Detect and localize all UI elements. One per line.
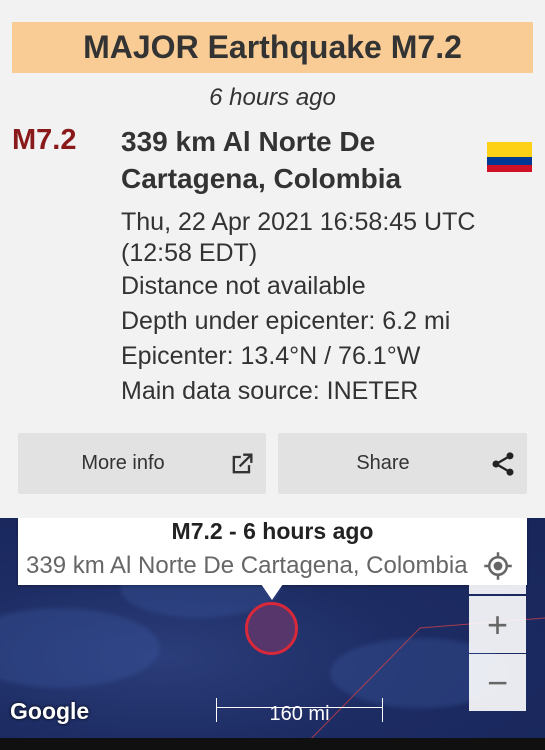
earthquake-marker[interactable] xyxy=(245,602,298,655)
zoom-in-button[interactable]: + xyxy=(469,596,526,653)
magnitude-label: M7.2 xyxy=(12,124,77,156)
more-info-label: More info xyxy=(81,452,165,474)
bottom-strip xyxy=(0,738,545,750)
event-epicenter: Epicenter: 13.4°N / 76.1°W xyxy=(121,342,421,370)
share-button[interactable]: Share xyxy=(278,433,527,494)
alert-banner: MAJOR Earthquake M7.2 xyxy=(12,22,533,73)
zoom-out-button[interactable]: − xyxy=(469,654,526,711)
location-title: 339 km Al Norte De Cartagena, Colombia xyxy=(121,126,402,194)
share-icon xyxy=(492,452,514,476)
my-location-button[interactable] xyxy=(469,537,526,594)
more-info-button[interactable]: More info xyxy=(18,433,266,494)
popup-pointer xyxy=(261,584,283,600)
scale-label: 160 mi xyxy=(269,703,330,725)
share-label: Share xyxy=(356,452,410,474)
event-details: Thu, 22 Apr 2021 16:58:45 UTC (12:58 EDT… xyxy=(121,207,531,409)
external-link-icon xyxy=(232,453,253,474)
google-logo: Google xyxy=(10,698,90,724)
map-popup[interactable]: M7.2 - 6 hours ago 339 km Al Norte De Ca… xyxy=(18,518,527,585)
event-depth: Depth under epicenter: 6.2 mi xyxy=(121,307,451,335)
event-distance: Distance not available xyxy=(121,272,366,300)
popup-subtitle: 339 km Al Norte De Cartagena, Colombia xyxy=(26,552,468,579)
map-view[interactable]: M7.2 - 6 hours ago 339 km Al Norte De Ca… xyxy=(0,518,545,750)
map-scale: 160 mi xyxy=(216,698,383,725)
event-source: Main data source: INETER xyxy=(121,377,419,405)
earthquake-card: MAJOR Earthquake M7.2 6 hours ago M7.2 3… xyxy=(0,0,545,518)
event-datetime: Thu, 22 Apr 2021 16:58:45 UTC (12:58 EDT… xyxy=(121,208,476,267)
popup-title: M7.2 - 6 hours ago xyxy=(171,518,374,544)
time-ago: 6 hours ago xyxy=(209,84,336,111)
my-location-icon xyxy=(483,551,512,580)
colombia-flag-icon xyxy=(487,142,532,172)
